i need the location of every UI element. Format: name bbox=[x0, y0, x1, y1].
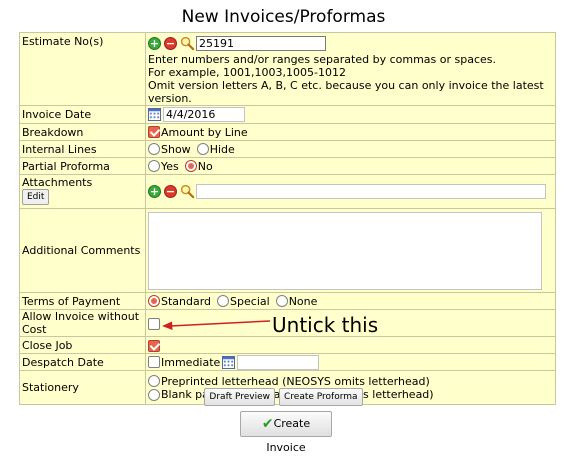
partial-proforma-yes-label: Yes bbox=[161, 159, 179, 173]
estimate-help-2: For example, 1001,1003,1005-1012 bbox=[148, 66, 346, 79]
terms-none-radio[interactable] bbox=[275, 295, 288, 308]
partial-proforma-no-label: No bbox=[197, 159, 213, 173]
remove-attachment-icon[interactable]: − bbox=[164, 185, 177, 198]
terms-standard-label: Standard bbox=[161, 294, 212, 308]
internal-lines-hide-radio[interactable] bbox=[196, 143, 209, 156]
despatch-date-input[interactable] bbox=[237, 354, 320, 370]
close-job-checkbox[interactable] bbox=[148, 339, 160, 352]
attachments-input[interactable] bbox=[196, 184, 546, 199]
despatch-immediate-checkbox[interactable] bbox=[148, 356, 160, 368]
secondary-button-row: Draft Preview Create Proforma bbox=[0, 388, 567, 406]
create-invoice-button[interactable]: ✔Create Invoice bbox=[240, 411, 332, 454]
internal-lines-show-radio[interactable] bbox=[148, 143, 160, 156]
despatch-calendar-icon[interactable] bbox=[222, 355, 236, 369]
internal-lines-hide-label: Hide bbox=[209, 142, 235, 156]
breakdown-option-label: Amount by Line bbox=[161, 125, 248, 139]
calendar-icon[interactable] bbox=[148, 108, 161, 121]
despatch-immediate-label: Immediate bbox=[161, 355, 221, 369]
terms-none-label: None bbox=[288, 294, 318, 308]
allow-invoice-without-cost-label: Allow Invoice without Cost bbox=[19, 309, 146, 337]
terms-special-radio[interactable] bbox=[217, 295, 230, 308]
additional-comments-textarea[interactable] bbox=[148, 211, 542, 290]
invoice-date-label: Invoice Date bbox=[19, 105, 146, 124]
draft-preview-button[interactable]: Draft Preview bbox=[204, 388, 276, 406]
estimate-help-3: Omit version letters A, B, C etc. becaus… bbox=[148, 79, 544, 105]
internal-lines-show-label: Show bbox=[161, 142, 191, 156]
close-job-label: Close Job bbox=[19, 336, 146, 354]
breakdown-checkbox[interactable] bbox=[148, 126, 160, 139]
attachments-label: Attachments bbox=[22, 176, 93, 189]
invoice-form: Estimate No(s) +− Enter numbers and/or r… bbox=[19, 32, 556, 405]
partial-proforma-no-radio[interactable] bbox=[184, 160, 197, 173]
search-estimate-icon[interactable] bbox=[180, 36, 195, 51]
create-invoice-label: Create Invoice bbox=[266, 417, 311, 454]
invoice-date-input[interactable] bbox=[163, 107, 245, 122]
allow-invoice-without-cost-checkbox[interactable] bbox=[148, 317, 160, 330]
annotation-text: Untick this bbox=[272, 313, 379, 337]
terms-of-payment-label: Terms of Payment bbox=[19, 292, 146, 310]
remove-estimate-icon[interactable]: − bbox=[164, 37, 177, 50]
search-attachment-icon[interactable] bbox=[180, 184, 195, 199]
additional-comments-label: Additional Comments bbox=[19, 208, 146, 293]
annotation-arrow bbox=[162, 320, 271, 330]
estimate-label: Estimate No(s) bbox=[19, 32, 146, 106]
partial-proforma-label: Partial Proforma bbox=[19, 157, 146, 175]
breakdown-label: Breakdown bbox=[19, 123, 146, 141]
terms-special-label: Special bbox=[230, 294, 270, 308]
stationery-preprinted-radio[interactable] bbox=[148, 375, 160, 387]
checkmark-icon: ✔ bbox=[261, 416, 274, 432]
stationery-preprinted-label: Preprinted letterhead (NEOSYS omits lett… bbox=[161, 374, 430, 388]
despatch-date-label: Despatch Date bbox=[19, 353, 146, 371]
terms-standard-radio[interactable] bbox=[148, 295, 160, 308]
create-proforma-button[interactable]: Create Proforma bbox=[279, 388, 363, 406]
page-title: New Invoices/Proformas bbox=[181, 7, 386, 27]
attachments-edit-button[interactable]: Edit bbox=[22, 189, 50, 205]
internal-lines-label: Internal Lines bbox=[19, 140, 146, 158]
estimate-input[interactable] bbox=[196, 36, 326, 51]
estimate-help-1: Enter numbers and/or ranges separated by… bbox=[148, 53, 496, 66]
add-attachment-icon[interactable]: + bbox=[148, 185, 161, 198]
add-estimate-icon[interactable]: + bbox=[148, 37, 161, 50]
partial-proforma-yes-radio[interactable] bbox=[148, 160, 160, 173]
